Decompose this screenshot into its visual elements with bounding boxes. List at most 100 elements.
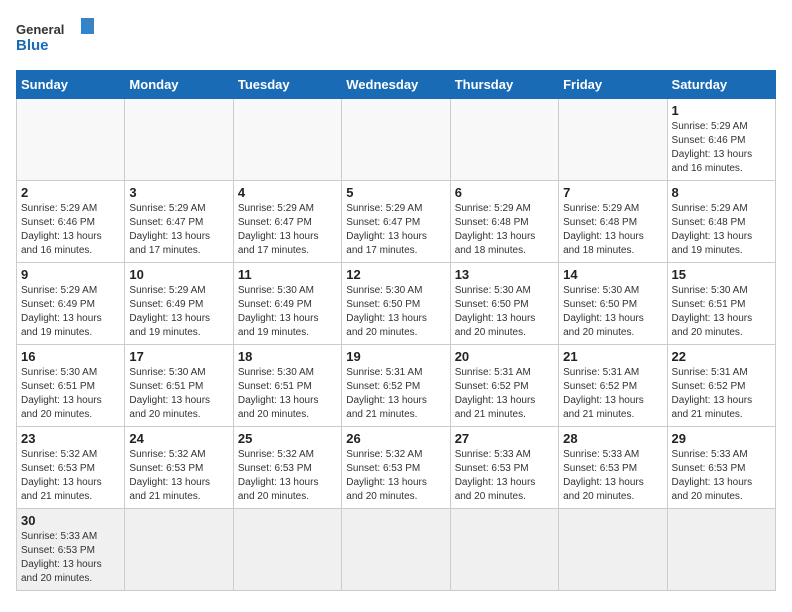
svg-text:Blue: Blue [16, 37, 49, 54]
day-info: Sunrise: 5:29 AM Sunset: 6:47 PM Dayligh… [346, 202, 445, 258]
day-number: 13 [455, 267, 554, 282]
weekday-header-thursday: Thursday [450, 71, 558, 99]
weekday-header-sunday: Sunday [17, 71, 125, 99]
calendar-cell [125, 99, 233, 181]
calendar-cell: 25 Sunrise: 5:32 AM Sunset: 6:53 PM Dayli… [233, 427, 341, 509]
calendar-cell: 18 Sunrise: 5:30 AM Sunset: 6:51 PM Dayli… [233, 345, 341, 427]
day-number: 12 [346, 267, 445, 282]
day-number: 27 [455, 431, 554, 446]
calendar-cell: 15 Sunrise: 5:30 AM Sunset: 6:51 PM Dayli… [667, 263, 775, 345]
day-number: 30 [21, 513, 120, 528]
day-info: Sunrise: 5:30 AM Sunset: 6:51 PM Dayligh… [672, 284, 771, 340]
calendar-cell [125, 509, 233, 591]
day-info: Sunrise: 5:31 AM Sunset: 6:52 PM Dayligh… [346, 366, 445, 422]
calendar-cell: 26 Sunrise: 5:32 AM Sunset: 6:53 PM Dayli… [342, 427, 450, 509]
calendar-cell: 20Sunrise: 5:31 AM Sunset: 6:52 PM Dayli… [450, 345, 558, 427]
day-number: 19 [346, 349, 445, 364]
day-info: Sunrise: 5:29 AM Sunset: 6:46 PM Dayligh… [672, 120, 771, 176]
day-info: Sunrise: 5:29 AM Sunset: 6:49 PM Dayligh… [21, 284, 120, 340]
day-info: Sunrise: 5:33 AM Sunset: 6:53 PM Dayligh… [21, 530, 120, 586]
weekday-header-monday: Monday [125, 71, 233, 99]
calendar-week-5: 23 Sunrise: 5:32 AM Sunset: 6:53 PM Dayli… [17, 427, 776, 509]
calendar-cell [450, 99, 558, 181]
weekday-header-tuesday: Tuesday [233, 71, 341, 99]
day-number: 18 [238, 349, 337, 364]
day-number: 9 [21, 267, 120, 282]
day-number: 16 [21, 349, 120, 364]
day-info: Sunrise: 5:30 AM Sunset: 6:51 PM Dayligh… [129, 366, 228, 422]
calendar-cell [450, 509, 558, 591]
calendar-table: SundayMondayTuesdayWednesdayThursdayFrid… [16, 70, 776, 591]
day-number: 24 [129, 431, 228, 446]
day-number: 11 [238, 267, 337, 282]
calendar-cell: 4 Sunrise: 5:29 AM Sunset: 6:47 PM Daylig… [233, 181, 341, 263]
calendar-cell: 19 Sunrise: 5:31 AM Sunset: 6:52 PM Dayli… [342, 345, 450, 427]
day-info: Sunrise: 5:29 AM Sunset: 6:49 PM Dayligh… [129, 284, 228, 340]
calendar-cell: 12 Sunrise: 5:30 AM Sunset: 6:50 PM Dayli… [342, 263, 450, 345]
day-info: Sunrise: 5:30 AM Sunset: 6:51 PM Dayligh… [238, 366, 337, 422]
calendar-cell: 27 Sunrise: 5:33 AM Sunset: 6:53 PM Dayli… [450, 427, 558, 509]
calendar-cell: 8 Sunrise: 5:29 AM Sunset: 6:48 PM Daylig… [667, 181, 775, 263]
day-info: Sunrise: 5:33 AM Sunset: 6:53 PM Dayligh… [455, 448, 554, 504]
calendar-cell: 28Sunrise: 5:33 AM Sunset: 6:53 PM Dayli… [559, 427, 667, 509]
day-info: Sunrise: 5:32 AM Sunset: 6:53 PM Dayligh… [129, 448, 228, 504]
weekday-header-saturday: Saturday [667, 71, 775, 99]
day-info: Sunrise: 5:30 AM Sunset: 6:49 PM Dayligh… [238, 284, 337, 340]
calendar-cell: 30 Sunrise: 5:33 AM Sunset: 6:53 PM Dayli… [17, 509, 125, 591]
calendar-cell: 17 Sunrise: 5:30 AM Sunset: 6:51 PM Dayli… [125, 345, 233, 427]
calendar-cell: 16 Sunrise: 5:30 AM Sunset: 6:51 PM Dayli… [17, 345, 125, 427]
day-number: 22 [672, 349, 771, 364]
day-info: Sunrise: 5:31 AM Sunset: 6:52 PM Dayligh… [563, 366, 662, 422]
day-info: Sunrise: 5:30 AM Sunset: 6:50 PM Dayligh… [455, 284, 554, 340]
day-number: 29 [672, 431, 771, 446]
calendar-cell: 2 Sunrise: 5:29 AM Sunset: 6:46 PM Daylig… [17, 181, 125, 263]
day-info: Sunrise: 5:30 AM Sunset: 6:51 PM Dayligh… [21, 366, 120, 422]
day-info: Sunrise: 5:32 AM Sunset: 6:53 PM Dayligh… [21, 448, 120, 504]
calendar-cell [559, 509, 667, 591]
day-info: Sunrise: 5:31 AM Sunset: 6:52 PM Dayligh… [672, 366, 771, 422]
day-info: Sunrise: 5:29 AM Sunset: 6:48 PM Dayligh… [563, 202, 662, 258]
day-number: 23 [21, 431, 120, 446]
calendar-cell [342, 99, 450, 181]
day-number: 25 [238, 431, 337, 446]
calendar-cell: 24 Sunrise: 5:32 AM Sunset: 6:53 PM Dayli… [125, 427, 233, 509]
day-number: 15 [672, 267, 771, 282]
day-number: 2 [21, 185, 120, 200]
day-number: 10 [129, 267, 228, 282]
calendar-cell: 6 Sunrise: 5:29 AM Sunset: 6:48 PM Daylig… [450, 181, 558, 263]
calendar-cell [342, 509, 450, 591]
day-number: 20 [455, 349, 554, 364]
calendar-week-1: 1Sunrise: 5:29 AM Sunset: 6:46 PM Daylig… [17, 99, 776, 181]
day-info: Sunrise: 5:30 AM Sunset: 6:50 PM Dayligh… [346, 284, 445, 340]
calendar-cell: 22 Sunrise: 5:31 AM Sunset: 6:52 PM Dayli… [667, 345, 775, 427]
day-number: 8 [672, 185, 771, 200]
day-info: Sunrise: 5:32 AM Sunset: 6:53 PM Dayligh… [346, 448, 445, 504]
calendar-cell: 10 Sunrise: 5:29 AM Sunset: 6:49 PM Dayli… [125, 263, 233, 345]
day-info: Sunrise: 5:29 AM Sunset: 6:47 PM Dayligh… [238, 202, 337, 258]
day-number: 17 [129, 349, 228, 364]
day-number: 5 [346, 185, 445, 200]
day-info: Sunrise: 5:29 AM Sunset: 6:48 PM Dayligh… [455, 202, 554, 258]
page-header: General Blue [16, 16, 776, 60]
calendar-cell: 23 Sunrise: 5:32 AM Sunset: 6:53 PM Dayli… [17, 427, 125, 509]
day-number: 26 [346, 431, 445, 446]
calendar-cell: 3Sunrise: 5:29 AM Sunset: 6:47 PM Daylig… [125, 181, 233, 263]
calendar-cell [559, 99, 667, 181]
day-info: Sunrise: 5:29 AM Sunset: 6:48 PM Dayligh… [672, 202, 771, 258]
logo: General Blue [16, 16, 96, 60]
logo-svg: General Blue [16, 16, 96, 60]
day-number: 6 [455, 185, 554, 200]
day-info: Sunrise: 5:33 AM Sunset: 6:53 PM Dayligh… [672, 448, 771, 504]
day-info: Sunrise: 5:29 AM Sunset: 6:46 PM Dayligh… [21, 202, 120, 258]
calendar-week-2: 2 Sunrise: 5:29 AM Sunset: 6:46 PM Daylig… [17, 181, 776, 263]
day-number: 14 [563, 267, 662, 282]
day-info: Sunrise: 5:30 AM Sunset: 6:50 PM Dayligh… [563, 284, 662, 340]
calendar-cell [233, 99, 341, 181]
weekday-header-wednesday: Wednesday [342, 71, 450, 99]
calendar-week-4: 16 Sunrise: 5:30 AM Sunset: 6:51 PM Dayli… [17, 345, 776, 427]
day-number: 4 [238, 185, 337, 200]
day-info: Sunrise: 5:32 AM Sunset: 6:53 PM Dayligh… [238, 448, 337, 504]
calendar-cell: 14 Sunrise: 5:30 AM Sunset: 6:50 PM Dayli… [559, 263, 667, 345]
calendar-cell: 1Sunrise: 5:29 AM Sunset: 6:46 PM Daylig… [667, 99, 775, 181]
svg-text:General: General [16, 22, 64, 37]
